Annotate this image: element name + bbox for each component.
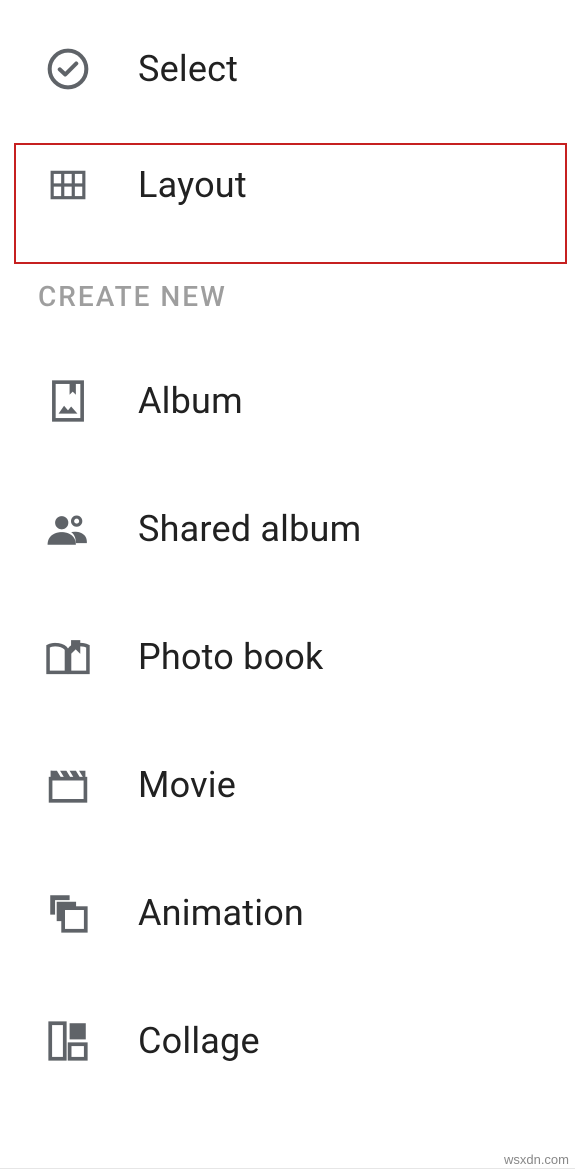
menu-label-photo-book: Photo book [138, 636, 323, 678]
menu-label-collage: Collage [138, 1020, 260, 1062]
collage-icon [44, 1017, 92, 1065]
menu-item-collage[interactable]: Collage [0, 977, 575, 1105]
menu-label-shared-album: Shared album [138, 508, 361, 550]
menu-item-album[interactable]: Album [0, 337, 575, 465]
menu-item-photo-book[interactable]: Photo book [0, 593, 575, 721]
section-header-create-new: CREATE NEW [0, 250, 575, 337]
stack-icon [44, 889, 92, 937]
grid-icon [44, 161, 92, 209]
album-icon [44, 377, 92, 425]
menu-item-movie[interactable]: Movie [0, 721, 575, 849]
menu-item-animation[interactable]: Animation [0, 849, 575, 977]
menu-label-album: Album [138, 380, 243, 422]
menu-label-movie: Movie [138, 764, 236, 806]
menu-item-layout[interactable]: Layout [0, 120, 575, 250]
watermark: wsxdn.com [504, 1152, 569, 1167]
menu-label-layout: Layout [138, 164, 247, 206]
movie-icon [44, 761, 92, 809]
menu-panel: Select Layout CREATE NEW Album [0, 0, 575, 1169]
check-circle-icon [44, 45, 92, 93]
menu-item-select[interactable]: Select [0, 0, 575, 120]
menu-item-shared-album[interactable]: Shared album [0, 465, 575, 593]
book-icon [44, 633, 92, 681]
menu-label-animation: Animation [138, 892, 304, 934]
menu-label-select: Select [138, 48, 238, 90]
people-icon [44, 505, 92, 553]
